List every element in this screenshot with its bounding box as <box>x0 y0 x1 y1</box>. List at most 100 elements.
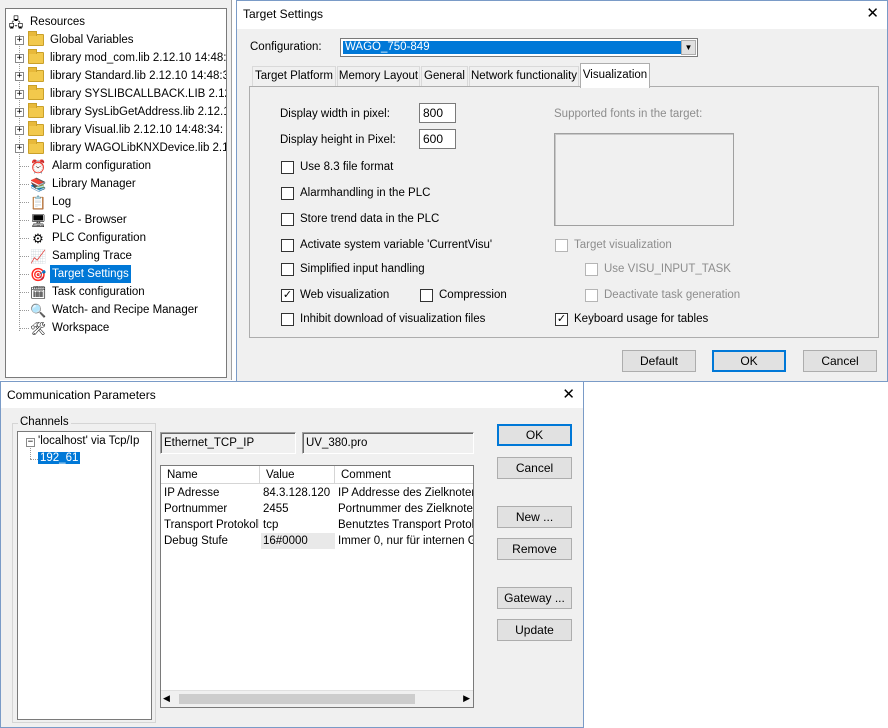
param-name[interactable]: IP Adresse <box>164 485 259 501</box>
collapse-icon[interactable]: − <box>26 438 35 447</box>
configuration-select[interactable]: WAGO_750-849 ▼ <box>340 38 698 57</box>
window-title: Communication Parameters <box>7 388 156 402</box>
alarmhandling-checkbox[interactable]: Alarmhandling in the PLC <box>281 185 430 201</box>
trace-icon: 📈 <box>30 248 47 264</box>
display-height-input[interactable]: 600 <box>419 129 456 149</box>
tree-item[interactable]: 🎯 Target Settings <box>30 265 131 283</box>
magnifier-icon: 🔍 <box>30 302 47 318</box>
tree-library-item[interactable]: + library SYSLIBCALLBACK.LIB 2.12.1 <box>15 85 226 103</box>
keyboard-usage-checkbox[interactable]: ✓ Keyboard usage for tables <box>555 311 708 327</box>
resources-tree[interactable]: 🖧 Resources + Global Variables + library mo… <box>5 8 227 378</box>
configuration-label: Configuration: <box>250 41 322 53</box>
tree-library-item[interactable]: + Global Variables <box>15 31 136 49</box>
expand-icon[interactable]: + <box>15 125 24 135</box>
expand-icon[interactable]: + <box>15 71 24 81</box>
close-icon[interactable]: ✕ <box>866 4 879 24</box>
scrollbar-thumb[interactable] <box>179 694 415 704</box>
folder-icon <box>28 103 44 118</box>
tree-library-item[interactable]: + library mod_com.lib 2.12.10 14:48:32 <box>15 49 226 67</box>
tree-item[interactable]: ⚙ PLC Configuration <box>30 229 148 247</box>
inhibit-download-checkbox[interactable]: Inhibit download of visualization files <box>281 311 485 327</box>
tab-target-platform[interactable]: Target Platform <box>252 66 336 87</box>
alarm-icon: ⏰ <box>30 158 47 174</box>
param-value[interactable]: tcp <box>263 517 333 533</box>
use-83-format-checkbox[interactable]: Use 8.3 file format <box>281 159 393 175</box>
param-value[interactable]: 16#0000 <box>261 533 335 549</box>
tree-library-item[interactable]: + library WAGOLibKNXDevice.lib 2.12 <box>15 139 226 157</box>
channels-tree[interactable]: − 'localhost' via Tcp/Ip 192_61 <box>17 431 152 720</box>
tab-general[interactable]: General <box>421 66 468 87</box>
param-name[interactable]: Debug Stufe <box>164 533 259 549</box>
folder-icon <box>28 49 44 64</box>
update-button[interactable]: Update <box>497 619 572 641</box>
target-visualization-checkbox[interactable]: Target visualization <box>555 237 672 253</box>
current-visu-checkbox[interactable]: Activate system variable 'CurrentVisu' <box>281 237 492 253</box>
gateway-button[interactable]: Gateway ... <box>497 587 572 609</box>
param-comment: Immer 0, nur für internen Gebrauch <box>338 535 473 547</box>
param-name[interactable]: Transport Protokoll <box>164 517 259 533</box>
folder-icon <box>28 121 44 136</box>
web-visualization-checkbox[interactable]: ✓ Web visualization <box>281 287 389 303</box>
default-button[interactable]: Default <box>622 350 696 372</box>
compression-checkbox[interactable]: Compression <box>420 287 507 303</box>
resources-icon: 🖧 <box>8 14 24 30</box>
parameter-grid[interactable]: Name Value Comment IP Adresse 84.3.128.1… <box>160 465 474 708</box>
tree-item[interactable]: 📋 Log <box>30 193 73 211</box>
comm-cancel-button[interactable]: Cancel <box>497 457 572 479</box>
folder-icon <box>28 139 44 154</box>
param-value[interactable]: 2455 <box>263 501 333 517</box>
checkmark-icon: ✓ <box>281 288 294 302</box>
expand-icon[interactable]: + <box>15 53 24 63</box>
expand-icon[interactable]: + <box>15 143 24 153</box>
chevron-down-icon[interactable]: ▼ <box>681 40 696 55</box>
param-name[interactable]: Portnummer <box>164 501 259 517</box>
column-header-name[interactable]: Name <box>161 466 260 484</box>
window-title: Target Settings <box>243 7 324 21</box>
checkmark-icon: ✓ <box>555 312 568 326</box>
tree-library-item[interactable]: + library Visual.lib 2.12.10 14:48:34: gl <box>15 121 226 139</box>
tree-item[interactable]: 📈 Sampling Trace <box>30 247 134 265</box>
simplified-input-checkbox[interactable]: Simplified input handling <box>281 261 425 277</box>
tree-item[interactable]: 🔍 Watch- and Recipe Manager <box>30 301 200 319</box>
close-icon[interactable]: ✕ <box>562 385 575 405</box>
expand-icon[interactable]: + <box>15 35 24 45</box>
channel-192-61[interactable]: 192_61 <box>38 452 81 464</box>
supported-fonts-label: Supported fonts in the target: <box>554 108 703 120</box>
deactivate-task-checkbox[interactable]: Deactivate task generation <box>585 287 740 303</box>
comm-ok-button[interactable]: OK <box>497 424 572 446</box>
supported-fonts-list <box>554 133 734 226</box>
tree-item[interactable]: 🖥 PLC - Browser <box>30 211 129 229</box>
expand-icon[interactable]: + <box>15 89 24 99</box>
display-width-label: Display width in pixel: <box>280 108 390 120</box>
visu-input-task-checkbox[interactable]: Use VISU_INPUT_TASK <box>585 261 731 277</box>
tab-network-functionality[interactable]: Network functionality <box>469 66 579 87</box>
column-header-comment[interactable]: Comment <box>335 466 473 484</box>
cancel-button[interactable]: Cancel <box>803 350 877 372</box>
tree-root-resources[interactable]: 🖧 Resources <box>8 13 87 31</box>
tab-memory-layout[interactable]: Memory Layout <box>337 66 420 87</box>
tab-visualization[interactable]: Visualization <box>580 63 650 88</box>
param-value[interactable]: 84.3.128.120 <box>263 485 333 501</box>
display-width-input[interactable]: 800 <box>419 103 456 123</box>
horizontal-scrollbar[interactable]: ◀ ▶ <box>161 690 473 707</box>
remove-channel-button[interactable]: Remove <box>497 538 572 560</box>
target-icon: 🎯 <box>30 266 47 282</box>
scroll-right-icon[interactable]: ▶ <box>463 693 470 704</box>
target-settings-titlebar[interactable]: Target Settings ✕ <box>237 1 887 29</box>
tree-library-item[interactable]: + library SysLibGetAddress.lib 2.12.10 <box>15 103 226 121</box>
tree-library-item[interactable]: + library Standard.lib 2.12.10 14:48:34 <box>15 67 226 85</box>
store-trend-checkbox[interactable]: Store trend data in the PLC <box>281 211 439 227</box>
ok-button[interactable]: OK <box>712 350 786 372</box>
tree-item[interactable]: 🗓 Task configuration <box>30 283 147 301</box>
scroll-left-icon[interactable]: ◀ <box>163 693 170 704</box>
param-comment: Benutztes Transport Protokoll <box>338 519 474 531</box>
tree-item[interactable]: 📚 Library Manager <box>30 175 138 193</box>
tree-item[interactable]: 🛠 Workspace <box>30 319 111 337</box>
tree-item[interactable]: ⏰ Alarm configuration <box>30 157 153 175</box>
new-channel-button[interactable]: New ... <box>497 506 572 528</box>
expand-icon[interactable]: + <box>15 107 24 117</box>
channel-localhost[interactable]: 'localhost' via Tcp/Ip <box>38 435 139 447</box>
comm-titlebar[interactable]: Communication Parameters ✕ <box>1 382 583 408</box>
column-header-value[interactable]: Value <box>260 466 335 484</box>
param-comment: IP Addresse des Zielknotens <box>338 487 474 499</box>
